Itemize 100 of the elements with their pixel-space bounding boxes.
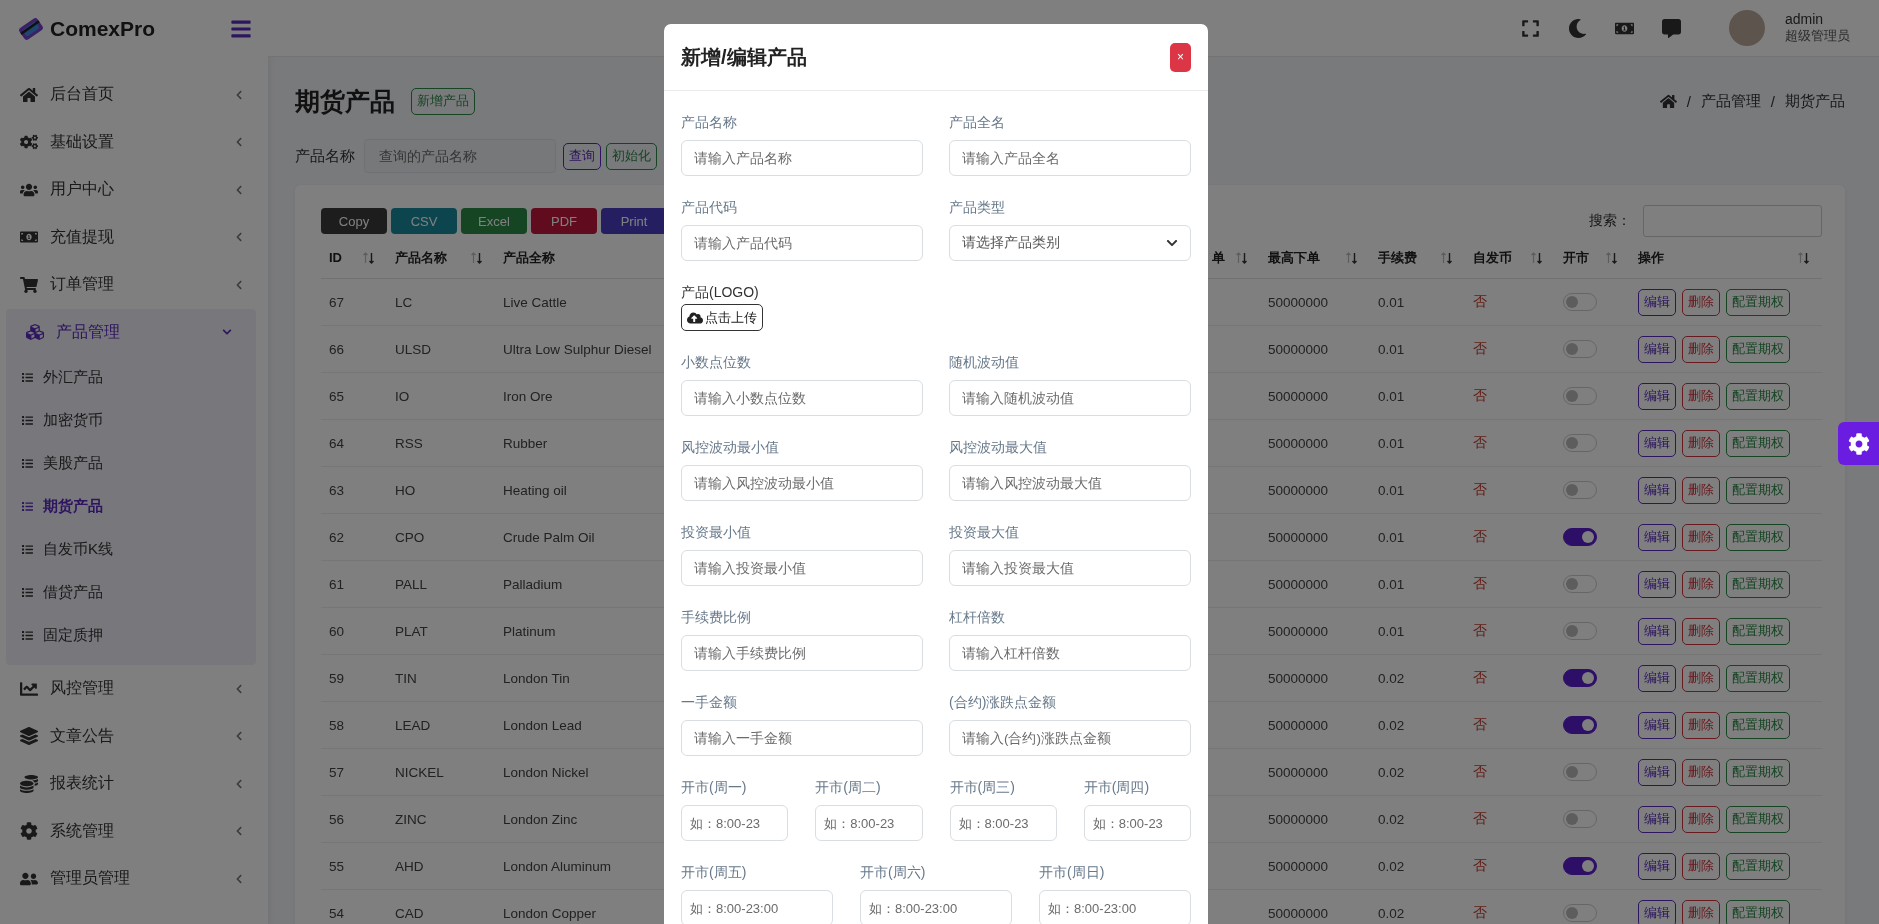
configure-button[interactable]: 配置期权 [1726, 570, 1790, 598]
edit-button[interactable]: 编辑 [1638, 617, 1676, 645]
input-field[interactable]: 请输入小数点位数 [681, 380, 923, 416]
configure-button[interactable]: 配置期权 [1726, 664, 1790, 692]
edit-button[interactable]: 编辑 [1638, 758, 1676, 786]
configure-button[interactable]: 配置期权 [1726, 288, 1790, 316]
submenu-item[interactable]: 美股产品 [6, 442, 256, 485]
sidebar-item[interactable]: 报表统计 [0, 760, 268, 808]
export-button[interactable]: PDF [531, 208, 597, 234]
close-button[interactable]: × [1170, 42, 1191, 72]
input-field[interactable]: 请输入产品名称 [681, 140, 923, 176]
input-field[interactable]: 如：8:00-23 [1083, 805, 1191, 841]
sidebar-item[interactable]: 文章公告 [0, 712, 268, 760]
submenu-item[interactable]: 期货产品 [6, 485, 256, 528]
input-field[interactable]: 如：8:00-23 [949, 805, 1057, 841]
edit-button[interactable]: 编辑 [1638, 570, 1676, 598]
input-field[interactable]: 请输入随机波动值 [949, 380, 1191, 416]
delete-button[interactable]: 删除 [1682, 288, 1720, 316]
submenu-item[interactable]: 借贷产品 [6, 571, 256, 614]
configure-button[interactable]: 配置期权 [1726, 899, 1790, 924]
reset-button[interactable]: 初始化 [606, 142, 657, 170]
sidebar-item[interactable]: 系统管理 [0, 807, 268, 855]
delete-button[interactable]: 删除 [1682, 664, 1720, 692]
input-field[interactable]: 请输入手续费比例 [681, 635, 923, 671]
submenu-item[interactable]: 固定质押 [6, 614, 256, 657]
sort-icon[interactable] [1605, 250, 1618, 265]
sort-icon[interactable] [1235, 250, 1248, 265]
input-field[interactable]: 如：8:00-23:00 [1039, 890, 1191, 924]
sort-icon[interactable] [1530, 250, 1543, 265]
delete-button[interactable]: 删除 [1682, 335, 1720, 363]
sidebar-item[interactable]: 充值提现 [0, 213, 268, 261]
configure-button[interactable]: 配置期权 [1726, 852, 1790, 880]
toggle-switch[interactable] [1563, 528, 1597, 546]
edit-button[interactable]: 编辑 [1638, 429, 1676, 457]
delete-button[interactable]: 删除 [1682, 805, 1720, 833]
edit-button[interactable]: 编辑 [1638, 852, 1676, 880]
export-button[interactable]: Excel [461, 208, 527, 234]
query-button[interactable]: 查询 [563, 142, 601, 170]
input-field[interactable]: 请输入风控波动最大值 [949, 465, 1191, 501]
input-field[interactable]: 如：8:00-23:00 [860, 890, 1012, 924]
sort-icon[interactable] [362, 250, 375, 265]
toggle-switch[interactable] [1563, 716, 1597, 734]
sort-icon[interactable] [1797, 250, 1810, 265]
edit-button[interactable]: 编辑 [1638, 711, 1676, 739]
edit-button[interactable]: 编辑 [1638, 335, 1676, 363]
configure-button[interactable]: 配置期权 [1726, 429, 1790, 457]
configure-button[interactable]: 配置期权 [1726, 476, 1790, 504]
chat-icon[interactable] [1662, 18, 1681, 38]
configure-button[interactable]: 配置期权 [1726, 382, 1790, 410]
input-field[interactable]: 请输入投资最大值 [949, 550, 1191, 586]
delete-button[interactable]: 删除 [1682, 429, 1720, 457]
edit-button[interactable]: 编辑 [1638, 805, 1676, 833]
export-button[interactable]: Copy [321, 208, 387, 234]
sidebar-item[interactable]: 用户中心 [0, 166, 268, 214]
edit-button[interactable]: 编辑 [1638, 382, 1676, 410]
configure-button[interactable]: 配置期权 [1726, 523, 1790, 551]
input-field[interactable]: 请输入产品全名 [949, 140, 1191, 176]
sidebar-item[interactable]: 基础设置 [0, 118, 268, 166]
select-field[interactable]: 请选择产品类别 [949, 225, 1191, 261]
submenu-item[interactable]: 加密货币 [6, 399, 256, 442]
export-button[interactable]: CSV [391, 208, 457, 234]
delete-button[interactable]: 删除 [1682, 852, 1720, 880]
delete-button[interactable]: 删除 [1682, 382, 1720, 410]
delete-button[interactable]: 删除 [1682, 570, 1720, 598]
input-field[interactable]: 请输入风控波动最小值 [681, 465, 923, 501]
configure-button[interactable]: 配置期权 [1726, 758, 1790, 786]
input-field[interactable]: 如：8:00-23 [681, 805, 789, 841]
search-field[interactable] [1643, 205, 1822, 237]
input-field[interactable]: 请输入杠杆倍数 [949, 635, 1191, 671]
submenu-item[interactable]: 外汇产品 [6, 356, 256, 399]
input-field[interactable]: 如：8:00-23:00 [681, 890, 833, 924]
configure-button[interactable]: 配置期权 [1726, 335, 1790, 363]
input-field[interactable]: 请输入一手金额 [681, 720, 923, 756]
search-field[interactable]: 查询的产品名称 [364, 139, 556, 173]
configure-button[interactable]: 配置期权 [1726, 617, 1790, 645]
sidebar-item[interactable]: 管理员管理 [0, 855, 268, 903]
edit-button[interactable]: 编辑 [1638, 664, 1676, 692]
edit-button[interactable]: 编辑 [1638, 523, 1676, 551]
sort-icon[interactable] [1345, 250, 1358, 265]
delete-button[interactable]: 删除 [1682, 523, 1720, 551]
sidebar-item[interactable]: 产品管理 [6, 308, 256, 356]
add-product-button[interactable]: 新增产品 [411, 87, 475, 115]
moon-icon[interactable] [1568, 18, 1587, 38]
breadcrumb-item[interactable]: 产品管理 [1700, 91, 1761, 111]
edit-button[interactable]: 编辑 [1638, 476, 1676, 504]
toggle-switch[interactable] [1563, 857, 1597, 875]
settings-button[interactable] [1838, 422, 1879, 465]
sort-icon[interactable] [470, 250, 483, 265]
input-field[interactable]: 请输入(合约)涨跌点金额 [949, 720, 1191, 756]
edit-button[interactable]: 编辑 [1638, 288, 1676, 316]
export-button[interactable]: Print [601, 208, 667, 234]
upload-button[interactable]: 点击上传 [681, 304, 763, 331]
fullscreen-icon[interactable] [1521, 18, 1540, 38]
delete-button[interactable]: 删除 [1682, 617, 1720, 645]
input-field[interactable]: 请输入产品代码 [681, 225, 923, 261]
delete-button[interactable]: 删除 [1682, 758, 1720, 786]
delete-button[interactable]: 删除 [1682, 476, 1720, 504]
delete-button[interactable]: 删除 [1682, 899, 1720, 924]
configure-button[interactable]: 配置期权 [1726, 805, 1790, 833]
delete-button[interactable]: 删除 [1682, 711, 1720, 739]
